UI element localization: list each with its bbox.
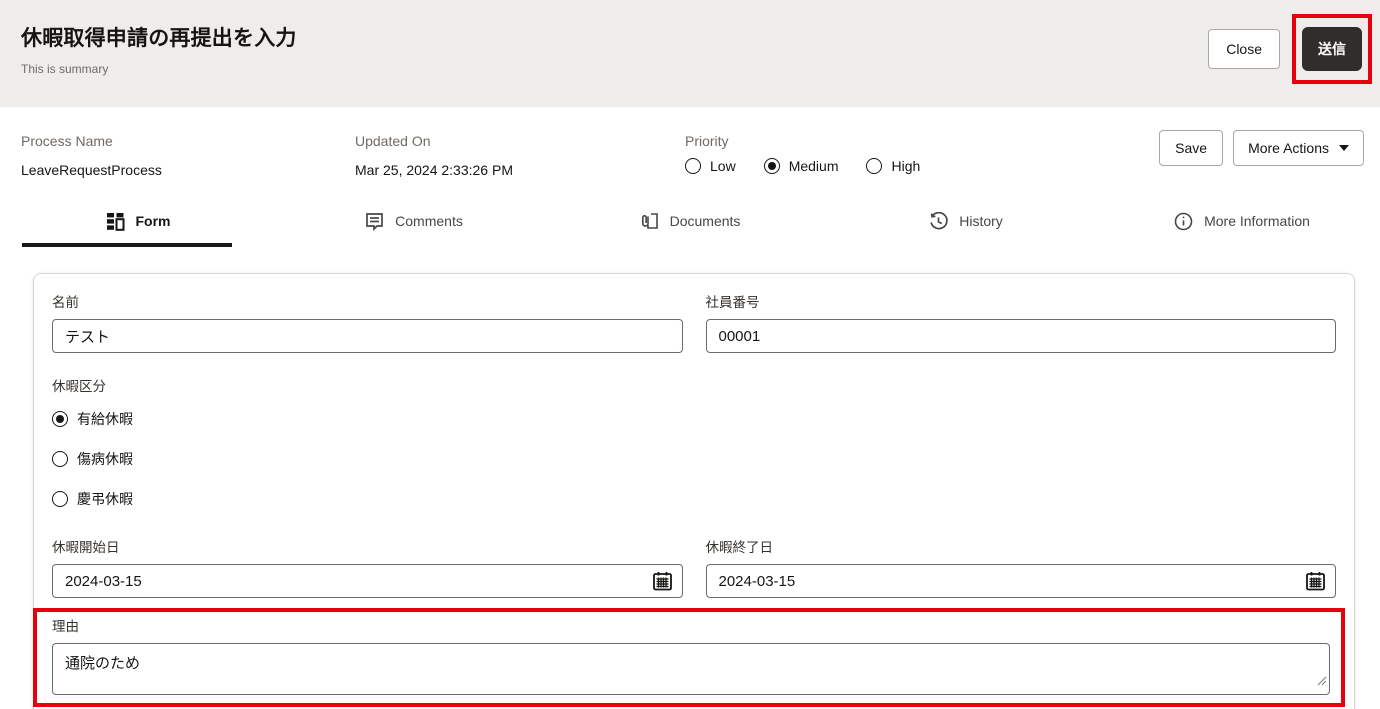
priority-radio-low[interactable]: Low bbox=[685, 158, 736, 174]
employee-number-label: 社員番号 bbox=[705, 295, 760, 310]
page-header: 休暇取得申請の再提出を入力 This is summary Close 送信 bbox=[0, 0, 1380, 107]
tab-documents[interactable]: Documents bbox=[552, 195, 828, 247]
radio-icon bbox=[685, 158, 701, 174]
tab-comments-label: Comments bbox=[395, 213, 463, 229]
radio-icon bbox=[52, 451, 68, 467]
employee-number-field: 社員番号 bbox=[705, 291, 1336, 353]
paperclip-icon bbox=[640, 212, 659, 231]
process-name-label: Process Name bbox=[21, 133, 113, 149]
tab-more-information-label: More Information bbox=[1204, 213, 1310, 229]
save-button[interactable]: Save bbox=[1159, 130, 1224, 166]
date-row: 休暇開始日 休暇終了日 bbox=[52, 536, 1336, 598]
priority-radio-high[interactable]: High bbox=[866, 158, 920, 174]
process-name-block: Process Name LeaveRequestProcess bbox=[21, 133, 355, 178]
priority-medium-label: Medium bbox=[788, 158, 839, 174]
header-actions: Close 送信 bbox=[1208, 14, 1372, 84]
tab-bar: Form Comments Documents History More Inf… bbox=[0, 195, 1380, 247]
updated-on-value: Mar 25, 2024 2:33:26 PM bbox=[355, 162, 513, 178]
leave-type-options: 有給休暇 傷病休暇 慶弔休暇 bbox=[52, 409, 1336, 509]
info-icon bbox=[1174, 212, 1193, 231]
reason-annotation-box: 理由 通院のため bbox=[33, 608, 1345, 707]
tab-comments[interactable]: Comments bbox=[276, 195, 552, 247]
name-employee-row: 名前 社員番号 bbox=[52, 291, 1336, 353]
submit-button[interactable]: 送信 bbox=[1302, 27, 1362, 71]
info-buttons: Save More Actions bbox=[1159, 130, 1364, 166]
updated-on-block: Updated On Mar 25, 2024 2:33:26 PM bbox=[355, 133, 685, 178]
leave-type-condolence-label: 慶弔休暇 bbox=[77, 491, 133, 507]
leave-end-date-field: 休暇終了日 bbox=[705, 536, 1336, 598]
leave-type-radio-condolence[interactable]: 慶弔休暇 bbox=[52, 489, 1336, 509]
form-card: 名前 社員番号 休暇区分 有給休暇 傷病休暇 慶弔休暇 bbox=[33, 273, 1355, 709]
radio-checked-icon bbox=[763, 158, 780, 174]
more-actions-label: More Actions bbox=[1248, 140, 1329, 156]
radio-checked-icon bbox=[52, 411, 68, 427]
name-label: 名前 bbox=[52, 295, 79, 310]
form-grid-icon bbox=[106, 212, 125, 231]
calendar-icon[interactable] bbox=[652, 571, 673, 592]
more-actions-button[interactable]: More Actions bbox=[1233, 130, 1364, 166]
calendar-icon[interactable] bbox=[1305, 571, 1326, 592]
tab-documents-label: Documents bbox=[669, 213, 741, 229]
leave-end-date-label: 休暇終了日 bbox=[705, 540, 774, 555]
history-icon bbox=[929, 211, 948, 231]
priority-low-label: Low bbox=[710, 158, 736, 174]
page-summary: This is summary bbox=[21, 62, 109, 76]
leave-start-date-input[interactable] bbox=[52, 564, 683, 598]
reason-textarea[interactable]: 通院のため bbox=[52, 643, 1330, 695]
tab-history[interactable]: History bbox=[828, 195, 1104, 247]
leave-type-label: 休暇区分 bbox=[52, 379, 106, 394]
tab-form[interactable]: Form bbox=[0, 195, 276, 247]
leave-type-radio-sick[interactable]: 傷病休暇 bbox=[52, 449, 1336, 469]
priority-high-label: High bbox=[891, 158, 921, 174]
tab-form-label: Form bbox=[135, 213, 171, 229]
submit-annotation-box: 送信 bbox=[1292, 14, 1372, 84]
employee-number-input[interactable] bbox=[705, 319, 1336, 353]
radio-icon bbox=[52, 491, 68, 507]
leave-type-sick-label: 傷病休暇 bbox=[77, 451, 133, 467]
leave-end-date-input[interactable] bbox=[705, 564, 1336, 598]
leave-type-radio-paid[interactable]: 有給休暇 bbox=[52, 409, 1336, 429]
radio-icon bbox=[866, 158, 883, 174]
comment-icon bbox=[365, 212, 384, 231]
name-input[interactable] bbox=[52, 319, 683, 353]
tab-history-label: History bbox=[959, 213, 1003, 229]
close-button[interactable]: Close bbox=[1208, 29, 1280, 69]
priority-radio-medium[interactable]: Medium bbox=[763, 158, 839, 174]
chevron-down-icon bbox=[1339, 145, 1349, 151]
tab-more-information[interactable]: More Information bbox=[1104, 195, 1380, 247]
name-field: 名前 bbox=[52, 291, 683, 353]
process-name-value: LeaveRequestProcess bbox=[21, 162, 162, 178]
resize-handle-icon[interactable] bbox=[1317, 673, 1327, 691]
leave-start-date-label: 休暇開始日 bbox=[52, 540, 120, 555]
page-title: 休暇取得申請の再提出を入力 bbox=[21, 27, 297, 50]
process-info-row: Process Name LeaveRequestProcess Updated… bbox=[0, 107, 1380, 187]
reason-label: 理由 bbox=[52, 619, 79, 634]
leave-type-paid-label: 有給休暇 bbox=[77, 411, 133, 427]
leave-type-group: 休暇区分 有給休暇 傷病休暇 慶弔休暇 bbox=[52, 375, 1336, 509]
leave-start-date-field: 休暇開始日 bbox=[52, 536, 683, 598]
updated-on-label: Updated On bbox=[355, 133, 431, 149]
